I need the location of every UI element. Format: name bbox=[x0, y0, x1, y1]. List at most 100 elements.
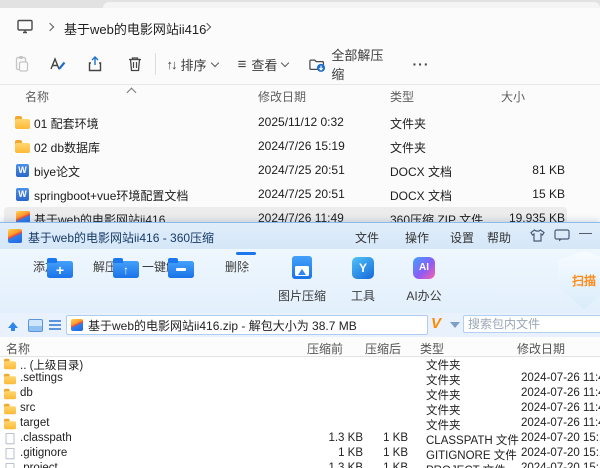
column-name[interactable]: 名称 bbox=[6, 340, 30, 357]
entry-name: .project bbox=[20, 462, 58, 468]
sort-button[interactable]: ↑↓ 排序 bbox=[163, 48, 221, 80]
entry-name: src bbox=[20, 402, 35, 414]
share-button[interactable] bbox=[82, 48, 108, 80]
rename-button[interactable] bbox=[44, 48, 70, 80]
feedback-icon[interactable] bbox=[554, 229, 570, 242]
chevron-down-icon bbox=[281, 58, 289, 66]
search-input[interactable] bbox=[463, 315, 600, 333]
entry-date: 2024-07-20 15:11 bbox=[521, 462, 600, 468]
column-after[interactable]: 压缩后 bbox=[365, 340, 401, 357]
zip-titlebar[interactable]: 基于web的电影网站ii416 - 360压缩 文件 操作 设置 帮助 — bbox=[0, 223, 600, 249]
file-row[interactable]: 01 配套环境 2025/11/12 0:32 文件夹 bbox=[0, 110, 600, 134]
explorer-file-list: 01 配套环境 2025/11/12 0:32 文件夹 02 db数据库 202… bbox=[0, 110, 600, 230]
dropdown-icon[interactable] bbox=[450, 322, 460, 328]
one-key-extract-button[interactable]: 一键解压 bbox=[138, 255, 194, 275]
file-row[interactable]: springboot+vue环境配置文档 2024/7/25 20:51 DOC… bbox=[0, 182, 600, 206]
file-type: 文件夹 bbox=[390, 115, 426, 132]
file-date: 2025/11/12 0:32 bbox=[258, 115, 344, 129]
entry-name: target bbox=[20, 417, 49, 429]
column-date[interactable]: 修改日期 bbox=[258, 88, 306, 105]
image-compress-button[interactable]: 图片压缩 bbox=[274, 255, 330, 304]
extract-to-button[interactable]: ↑ 解压到 bbox=[83, 255, 139, 275]
entry-date: 2024-07-26 11:49 bbox=[521, 402, 600, 414]
file-row[interactable]: 02 db数据库 2024/7/26 15:19 文件夹 bbox=[0, 134, 600, 158]
menu-settings[interactable]: 设置 bbox=[450, 229, 474, 246]
file-icon bbox=[4, 388, 17, 399]
chevron-down-icon bbox=[210, 58, 218, 66]
file-date: 2024/7/26 15:19 bbox=[258, 139, 345, 153]
file-icon bbox=[4, 358, 17, 369]
extract-all-label: 全部解压缩 bbox=[331, 45, 394, 83]
archive-path-box[interactable]: 基于web的电影网站ii416.zip - 解包大小为 38.7 MB bbox=[66, 315, 428, 335]
this-pc-icon[interactable] bbox=[16, 18, 34, 35]
archive-row[interactable]: .classpath 1.3 KB 1 KB CLASSPATH 文件 2024… bbox=[0, 431, 600, 446]
view-button[interactable]: ≡ 查看 bbox=[235, 48, 291, 80]
up-level-icon[interactable] bbox=[7, 317, 19, 331]
zip-window: 基于web的电影网站ii416 - 360压缩 文件 操作 设置 帮助 — + … bbox=[0, 222, 600, 468]
rename-icon bbox=[48, 55, 67, 73]
menu-help[interactable]: 帮助 bbox=[487, 229, 511, 246]
file-size: 81 KB bbox=[470, 163, 565, 177]
minimize-button[interactable]: — bbox=[579, 225, 592, 240]
file-date: 2024/7/25 20:51 bbox=[258, 163, 345, 177]
zip-window-title: 基于web的电影网站ii416 - 360压缩 bbox=[28, 229, 214, 246]
explorer-tab-strip bbox=[0, 0, 600, 8]
entry-name: .settings bbox=[20, 372, 63, 384]
entry-date: 2024-07-20 15:11 bbox=[521, 432, 600, 444]
column-size[interactable]: 大小 bbox=[501, 88, 525, 105]
archive-file-list: .. (上级目录) 文件夹 .settings 文件夹 2024-07-26 1… bbox=[0, 356, 600, 468]
archive-row[interactable]: .gitignore 1 KB 1 KB GITIGNORE 文件 2024-0… bbox=[0, 446, 600, 461]
thumbnail-view-icon[interactable] bbox=[28, 319, 43, 332]
zip-toolbar: + 添加 ↑ 解压到 一键解压 删除 图片压缩 工具 bbox=[0, 249, 600, 313]
skin-icon[interactable] bbox=[529, 228, 546, 243]
breadcrumb-folder[interactable]: 基于web的电影网站ii416 bbox=[64, 19, 206, 38]
column-before[interactable]: 压缩前 bbox=[307, 340, 343, 357]
zip-file-icon bbox=[71, 319, 83, 331]
column-date[interactable]: 修改日期 bbox=[517, 340, 565, 357]
file-icon bbox=[15, 163, 31, 177]
sort-label: 排序 bbox=[180, 55, 206, 74]
archive-row[interactable]: .. (上级目录) 文件夹 bbox=[0, 356, 600, 371]
menu-file[interactable]: 文件 bbox=[355, 229, 379, 246]
entry-name: .gitignore bbox=[20, 447, 67, 459]
add-button[interactable]: + 添加 bbox=[17, 255, 73, 275]
entry-date: 2024-07-20 15:11 bbox=[521, 447, 600, 459]
menu-actions[interactable]: 操作 bbox=[405, 229, 429, 246]
zip-app-icon bbox=[8, 229, 22, 243]
file-row[interactable]: biye论文 2024/7/25 20:51 DOCX 文档 81 KB bbox=[0, 158, 600, 182]
toolbar-divider bbox=[155, 53, 156, 75]
file-type: DOCX 文档 bbox=[390, 163, 452, 180]
list-view-icon[interactable] bbox=[49, 320, 61, 322]
extract-all-button[interactable]: 全部解压缩 bbox=[308, 48, 394, 80]
column-type[interactable]: 类型 bbox=[390, 88, 414, 105]
file-name: springboot+vue环境配置文档 bbox=[34, 187, 188, 204]
archive-row[interactable]: db 文件夹 2024-07-26 11:49 bbox=[0, 386, 600, 401]
delete-archive-button[interactable]: 删除 bbox=[209, 255, 265, 275]
vip-icon[interactable]: V bbox=[431, 315, 441, 332]
size-after: 1 KB bbox=[348, 462, 408, 468]
column-type[interactable]: 类型 bbox=[420, 340, 444, 357]
delete-button[interactable] bbox=[122, 48, 148, 80]
archive-row[interactable]: target 文件夹 2024-07-26 11:49 bbox=[0, 416, 600, 431]
entry-name: db bbox=[20, 387, 33, 399]
file-explorer-window: 基于web的电影网站ii416 ↑↓ 排序 ≡ bbox=[0, 8, 600, 222]
archive-path-text: 基于web的电影网站ii416.zip - 解包大小为 38.7 MB bbox=[88, 317, 357, 334]
paste-button[interactable] bbox=[8, 48, 34, 80]
ai-office-button[interactable]: AI办公 bbox=[396, 255, 452, 304]
column-name[interactable]: 名称 bbox=[25, 88, 49, 105]
sort-icon: ↑↓ bbox=[166, 57, 175, 72]
more-button[interactable]: ··· bbox=[406, 48, 436, 80]
chevron-right-icon[interactable] bbox=[46, 23, 54, 31]
extract-all-icon bbox=[308, 56, 326, 73]
archive-row[interactable]: .project 1.3 KB 1 KB PROJECT 文件 2024-07-… bbox=[0, 461, 600, 468]
file-type: 文件夹 bbox=[390, 139, 426, 156]
file-icon bbox=[15, 115, 31, 129]
archive-row[interactable]: src 文件夹 2024-07-26 11:49 bbox=[0, 401, 600, 416]
file-icon bbox=[4, 418, 17, 429]
file-size: 15 KB bbox=[470, 187, 565, 201]
file-icon bbox=[15, 187, 31, 201]
screen: 基于web的电影网站ii416 ↑↓ 排序 ≡ bbox=[0, 0, 600, 468]
archive-row[interactable]: .settings 文件夹 2024-07-26 11:49 bbox=[0, 371, 600, 386]
paste-icon bbox=[12, 55, 30, 73]
tools-button[interactable]: 工具 bbox=[335, 255, 391, 304]
